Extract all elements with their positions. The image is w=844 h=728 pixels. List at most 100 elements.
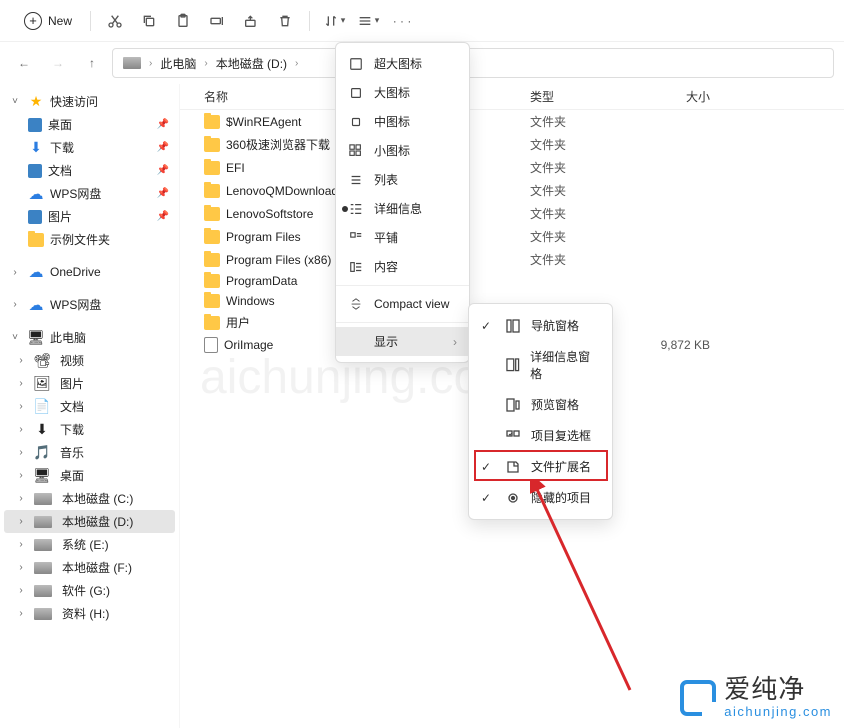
up-button[interactable]: ↑ — [78, 49, 106, 77]
paste-icon[interactable] — [169, 7, 197, 35]
star-icon: ★ — [28, 94, 44, 110]
sidebar-item-quick[interactable]: ⬇下载📌 — [4, 136, 175, 159]
menu-separator — [336, 322, 469, 323]
col-size[interactable]: 大小 — [630, 88, 710, 105]
sidebar-item-pc[interactable]: ›本地磁盘 (D:) — [4, 510, 175, 533]
folder-icon — [204, 253, 220, 267]
option-icon — [505, 318, 521, 334]
view-icon — [348, 259, 364, 275]
sidebar-item-pc[interactable]: ›资料 (H:) — [4, 602, 175, 625]
cut-icon[interactable] — [101, 7, 129, 35]
table-row[interactable]: $WinREAgent2:15文件夹 — [180, 110, 844, 133]
view-option[interactable]: 内容 — [336, 252, 469, 281]
view-icon — [348, 143, 364, 159]
folder-icon — [204, 115, 220, 129]
show-option[interactable]: ✓文件扩展名 — [469, 451, 612, 482]
item-icon: ⬇ — [34, 422, 50, 438]
sidebar-thispc[interactable]: ˅🖥此电脑 — [4, 326, 175, 349]
sidebar-item-pc[interactable]: ›本地磁盘 (F:) — [4, 556, 175, 579]
pin-icon: 📌 — [157, 188, 169, 199]
share-icon[interactable] — [237, 7, 265, 35]
new-label: New — [48, 14, 72, 28]
folder-icon — [204, 274, 220, 288]
table-row[interactable]: Program Files2:41文件夹 — [180, 225, 844, 248]
sidebar-item-pc[interactable]: ›系统 (E:) — [4, 533, 175, 556]
forward-button[interactable]: → — [44, 49, 72, 77]
option-icon — [505, 357, 521, 373]
show-option[interactable]: 预览窗格 — [469, 389, 612, 420]
sidebar-item-quick[interactable]: 图片📌 — [4, 205, 175, 228]
table-row[interactable]: LenovoQMDownload6 19:40文件夹 — [180, 179, 844, 202]
sidebar-item-pc[interactable]: ›软件 (G:) — [4, 579, 175, 602]
new-button[interactable]: + New — [16, 8, 80, 34]
pin-icon: 📌 — [157, 142, 169, 153]
table-row[interactable]: Program Files (x86)6 15:00文件夹 — [180, 248, 844, 271]
show-option[interactable]: 项目复选框 — [469, 420, 612, 451]
item-icon: ☁ — [28, 186, 44, 202]
crumb-pc[interactable]: 此电脑 — [160, 55, 196, 72]
sidebar-item-pc[interactable]: ›📽视频 — [4, 349, 175, 372]
sidebar-item-pc[interactable]: ›🖼图片 — [4, 372, 175, 395]
folder-icon — [204, 294, 220, 308]
item-icon — [28, 118, 42, 132]
menu-compact-view[interactable]: Compact view — [336, 290, 469, 318]
pc-icon: 🖥 — [28, 330, 44, 346]
crumb-drive[interactable]: 本地磁盘 (D:) — [216, 55, 287, 72]
delete-icon[interactable] — [271, 7, 299, 35]
view-option[interactable]: 中图标 — [336, 107, 469, 136]
folder-icon — [204, 184, 220, 198]
sidebar-item-quick[interactable]: 文档📌 — [4, 159, 175, 182]
copy-icon[interactable] — [135, 7, 163, 35]
table-row[interactable]: LenovoSoftstore6 23:31文件夹 — [180, 202, 844, 225]
show-option[interactable]: ✓导航窗格 — [469, 310, 612, 341]
view-menu: 超大图标大图标中图标小图标列表详细信息平铺内容 Compact view 显示 … — [335, 42, 470, 363]
more-icon[interactable]: · · · — [388, 7, 416, 35]
view-icon — [348, 230, 364, 246]
table-row[interactable]: EFI6 17:18文件夹 — [180, 156, 844, 179]
view-option[interactable]: 列表 — [336, 165, 469, 194]
plus-icon: + — [24, 12, 42, 30]
sidebar-item-pc[interactable]: ›📄文档 — [4, 395, 175, 418]
folder-icon — [204, 161, 220, 175]
view-icon — [348, 201, 364, 217]
column-headers: 名称 类型 大小 — [180, 84, 844, 110]
sidebar-item-pc[interactable]: ›⬇下载 — [4, 418, 175, 441]
option-icon — [505, 397, 521, 413]
item-icon — [28, 164, 42, 178]
sidebar-onedrive[interactable]: ›☁OneDrive — [4, 261, 175, 283]
check-icon: ✓ — [481, 460, 495, 474]
address-bar[interactable]: › 此电脑 › 本地磁盘 (D:) › — [112, 48, 834, 78]
view-icon[interactable]: ▾ — [354, 7, 382, 35]
separator — [90, 11, 91, 31]
option-icon — [505, 459, 521, 475]
item-icon: 🖥 — [34, 468, 50, 484]
sidebar-quickaccess[interactable]: ˅★快速访问 — [4, 90, 175, 113]
view-option[interactable]: 平铺 — [336, 223, 469, 252]
col-type[interactable]: 类型 — [530, 88, 630, 105]
sidebar-item-pc[interactable]: ›🎵音乐 — [4, 441, 175, 464]
view-option[interactable]: 详细信息 — [336, 194, 469, 223]
sidebar-wps[interactable]: ›☁WPS网盘 — [4, 293, 175, 316]
show-option[interactable]: ✓隐藏的项目 — [469, 482, 612, 513]
sort-icon[interactable]: ▾ — [320, 7, 348, 35]
disk-icon — [34, 608, 52, 620]
disk-icon — [34, 539, 52, 551]
compact-icon — [348, 296, 364, 312]
back-button[interactable]: ← — [10, 49, 38, 77]
view-option[interactable]: 超大图标 — [336, 49, 469, 78]
menu-show[interactable]: 显示 › — [336, 327, 469, 356]
sidebar-item-pc[interactable]: ›🖥桌面 — [4, 464, 175, 487]
table-row[interactable]: 360极速浏览器下载3 17:26文件夹 — [180, 133, 844, 156]
rename-icon[interactable] — [203, 7, 231, 35]
view-option[interactable]: 大图标 — [336, 78, 469, 107]
view-option[interactable]: 小图标 — [336, 136, 469, 165]
drive-icon — [123, 57, 141, 69]
check-icon: ✓ — [481, 491, 495, 505]
sidebar-item-quick[interactable]: 桌面📌 — [4, 113, 175, 136]
show-option[interactable]: 详细信息窗格 — [469, 341, 612, 389]
table-row[interactable]: ProgramData — [180, 271, 844, 291]
sidebar-item-pc[interactable]: ›本地磁盘 (C:) — [4, 487, 175, 510]
sidebar-item-quick[interactable]: ☁WPS网盘📌 — [4, 182, 175, 205]
logo-icon — [680, 680, 716, 716]
sidebar-item-quick[interactable]: 示例文件夹 — [4, 228, 175, 251]
